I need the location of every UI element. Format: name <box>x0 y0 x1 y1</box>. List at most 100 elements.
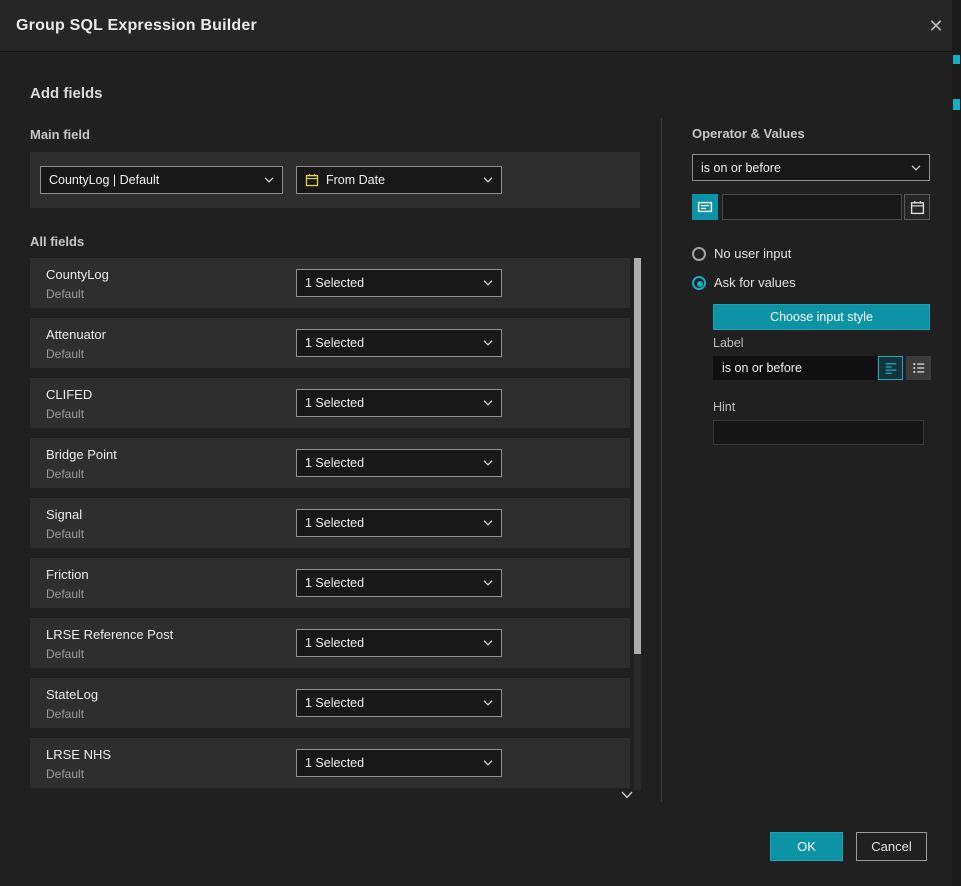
field-select-value: 1 Selected <box>305 396 476 410</box>
label-input[interactable] <box>713 356 877 380</box>
group-sql-expression-builder-dialog: Group SQL Expression Builder ✕ Add field… <box>0 0 961 886</box>
align-left-icon <box>884 361 898 375</box>
field-row: CountyLog Default 1 Selected <box>30 258 630 308</box>
field-name: StateLog <box>46 687 98 702</box>
add-fields-heading: Add fields <box>30 85 103 102</box>
chevron-down-icon <box>483 520 493 526</box>
field-select[interactable]: 1 Selected <box>296 449 502 477</box>
calendar-icon <box>910 200 925 215</box>
label-caption: Label <box>713 336 744 350</box>
field-sublabel: Default <box>46 407 84 421</box>
field-name: Bridge Point <box>46 447 117 462</box>
field-select[interactable]: 1 Selected <box>296 509 502 537</box>
field-name: Friction <box>46 567 89 582</box>
field-select-value: 1 Selected <box>305 576 476 590</box>
field-select[interactable]: 1 Selected <box>296 629 502 657</box>
radio-ask-for-values-label: Ask for values <box>714 275 796 290</box>
chevron-down-icon <box>483 760 493 766</box>
field-select[interactable]: 1 Selected <box>296 269 502 297</box>
field-row: Signal Default 1 Selected <box>30 498 630 548</box>
radio-unselected-icon <box>692 247 706 261</box>
field-select-value: 1 Selected <box>305 336 476 350</box>
operator-select[interactable]: is on or before <box>692 154 930 181</box>
field-name: Attenuator <box>46 327 106 342</box>
chevron-down-icon <box>911 165 921 171</box>
chevron-down-icon <box>483 280 493 286</box>
main-field-heading: Main field <box>30 127 90 142</box>
list-scrollbar-thumb[interactable] <box>634 258 641 654</box>
operator-select-value: is on or before <box>701 161 904 175</box>
close-icon[interactable]: ✕ <box>923 13 949 39</box>
field-sublabel: Default <box>46 707 84 721</box>
scroll-down-indicator[interactable] <box>620 790 634 800</box>
dialog-title: Group SQL Expression Builder <box>16 0 257 52</box>
layer-select-value: CountyLog | Default <box>49 173 257 187</box>
hint-input[interactable] <box>713 420 924 445</box>
input-field-icon <box>697 199 713 215</box>
list-scrollbar-track[interactable] <box>634 258 641 790</box>
layer-select[interactable]: CountyLog | Default <box>40 166 283 194</box>
field-row: LRSE NHS Default 1 Selected <box>30 738 630 788</box>
scrollbar-mark <box>953 55 960 64</box>
field-row: StateLog Default 1 Selected <box>30 678 630 728</box>
all-fields-heading: All fields <box>30 234 84 249</box>
date-picker-button[interactable] <box>904 194 930 220</box>
list-style-button[interactable] <box>906 356 931 380</box>
cancel-button[interactable]: Cancel <box>856 832 927 861</box>
field-select-value: 1 Selected <box>305 696 476 710</box>
field-name: CountyLog <box>46 267 109 282</box>
field-sublabel: Default <box>46 647 84 661</box>
field-sublabel: Default <box>46 587 84 601</box>
ok-button[interactable]: OK <box>770 832 843 861</box>
align-left-style-button[interactable] <box>878 356 903 380</box>
field-select[interactable]: 1 Selected <box>296 389 502 417</box>
radio-ask-for-values[interactable]: Ask for values <box>692 275 796 290</box>
field-select[interactable]: 1 Selected <box>296 329 502 357</box>
chevron-down-icon <box>483 400 493 406</box>
field-select[interactable]: 1 Selected <box>296 689 502 717</box>
field-select[interactable]: 1 Selected <box>296 569 502 597</box>
chevron-down-icon <box>483 340 493 346</box>
dialog-titlebar: Group SQL Expression Builder ✕ <box>0 0 961 52</box>
chevron-down-icon <box>483 177 493 183</box>
choose-input-style-button[interactable]: Choose input style <box>713 304 930 330</box>
radio-no-user-input[interactable]: No user input <box>692 246 791 261</box>
field-sublabel: Default <box>46 467 84 481</box>
field-select-value: 1 Selected <box>305 636 476 650</box>
field-name: LRSE NHS <box>46 747 111 762</box>
field-select-value: 1 Selected <box>305 456 476 470</box>
main-field-panel: CountyLog | Default From Date <box>30 152 640 208</box>
chevron-down-icon <box>483 640 493 646</box>
field-name: LRSE Reference Post <box>46 627 173 642</box>
field-sublabel: Default <box>46 287 84 301</box>
field-name: Signal <box>46 507 82 522</box>
window-scrollbar-track[interactable] <box>952 0 961 886</box>
date-field-select-value: From Date <box>326 173 476 187</box>
field-sublabel: Default <box>46 767 84 781</box>
field-row: LRSE Reference Post Default 1 Selected <box>30 618 630 668</box>
field-select-value: 1 Selected <box>305 756 476 770</box>
field-row: Friction Default 1 Selected <box>30 558 630 608</box>
chevron-down-icon <box>264 177 274 183</box>
chevron-down-icon <box>483 460 493 466</box>
field-select[interactable]: 1 Selected <box>296 749 502 777</box>
field-select-value: 1 Selected <box>305 276 476 290</box>
field-row: Bridge Point Default 1 Selected <box>30 438 630 488</box>
value-input-mode-button[interactable] <box>692 194 718 220</box>
calendar-icon <box>305 173 319 187</box>
chevron-down-icon <box>483 580 493 586</box>
date-value-input[interactable] <box>722 194 902 220</box>
date-field-select[interactable]: From Date <box>296 166 502 194</box>
radio-selected-icon <box>692 276 706 290</box>
radio-no-user-input-label: No user input <box>714 246 791 261</box>
field-name: CLIFED <box>46 387 92 402</box>
field-row: CLIFED Default 1 Selected <box>30 378 630 428</box>
field-sublabel: Default <box>46 347 84 361</box>
hint-caption: Hint <box>713 400 735 414</box>
operator-values-heading: Operator & Values <box>692 126 805 141</box>
list-icon <box>912 361 926 375</box>
chevron-down-icon <box>483 700 493 706</box>
vertical-divider <box>661 118 662 802</box>
field-sublabel: Default <box>46 527 84 541</box>
field-select-value: 1 Selected <box>305 516 476 530</box>
